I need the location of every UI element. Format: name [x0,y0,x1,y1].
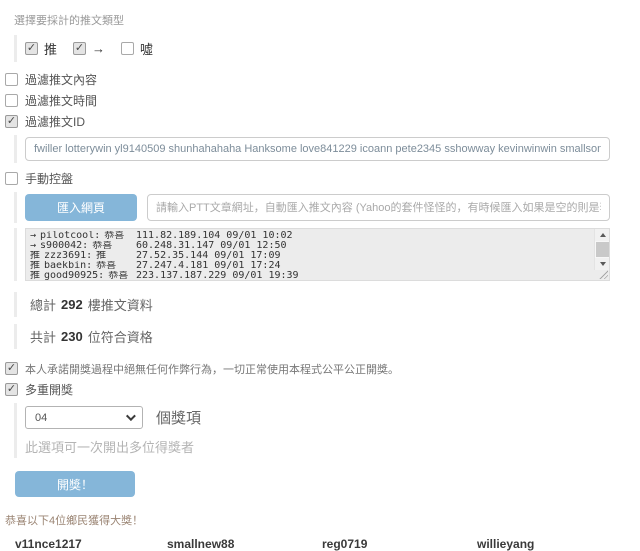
checkmark-icon: ✓ [75,43,84,54]
prize-count-select[interactable]: 04 [25,406,143,429]
qualified-stat: 共計 230 位符合資格 [14,324,610,349]
fairness-checkbox[interactable]: ✓ [5,362,18,375]
winner-name: reg0719 [322,537,477,551]
push-checkbox[interactable]: ✓ [25,42,38,55]
push-type-options: ✓ 推 ✓ → ✓ 噓 [14,35,610,62]
result-title: 恭喜以下4位鄉民獲得大獎！ [5,512,640,528]
push-tag: 推 [30,261,40,271]
push-line: 推 good90925: 恭喜 223.137.187.229 09/01 19:3… [30,271,589,281]
checkmark-icon: ✓ [7,116,16,127]
prize-count-section: 04 個獎項 此選項可一次開出多位得獎者 [14,403,610,458]
push-text: 恭喜 [104,231,124,241]
filter-id-option[interactable]: ✓ 過濾推文ID [5,114,640,129]
push-tag: 推 [30,271,40,281]
push-line: →s900042:恭喜 60.248.31.147 09/01 12:50 [30,241,589,251]
prize-count-value: 04 [35,412,47,424]
push-user: baekbin: [44,261,92,271]
checkmark-icon: ✓ [7,363,16,374]
filter-content-checkbox[interactable]: ✓ [5,73,18,86]
filter-content-label: 過濾推文內容 [25,71,97,88]
arrow-checkbox[interactable]: ✓ [73,42,86,55]
checkmark-icon: ✓ [7,384,16,395]
push-tag: 推 [30,251,40,261]
stats-section: 總計 292 樓推文資料 共計 230 位符合資格 [0,292,640,349]
push-lines: →pilotcool:恭喜 111.82.189.104 09/01 10:02… [26,229,609,281]
scroll-down-icon[interactable] [595,258,610,270]
total-count: 292 [61,297,83,312]
scroll-up-icon[interactable] [595,229,610,241]
chevron-down-icon [126,411,136,421]
push-label: 推 [44,39,57,58]
qualified-suffix: 位符合資格 [88,327,153,346]
winner-name: smallnew88 [167,537,322,551]
push-text: 推 [96,251,106,261]
push-user: s900042: [40,241,88,251]
total-pushes-stat: 總計 292 樓推文資料 [14,292,610,317]
draw-button[interactable]: 開獎！ [15,471,135,497]
filter-content-option[interactable]: ✓ 過濾推文內容 [5,72,640,87]
prize-unit-label: 個獎項 [156,407,201,428]
multi-draw-checkbox[interactable]: ✓ [5,383,18,396]
push-line: 推baekbin:恭喜 27.247.4.181 09/01 17:24 [30,261,589,271]
push-type-option-boo[interactable]: ✓ 噓 [121,39,153,58]
push-line: →pilotcool:恭喜 111.82.189.104 09/01 10:02 [30,231,589,241]
push-type-section-label: 選擇要採計的推文類型 [14,12,640,28]
fairness-label: 本人承諾開獎過程中絕無任何作弊行為，一切正常使用本程式公平公正開獎。 [25,361,399,377]
manual-rig-option[interactable]: ✓ 手動控盤 [5,171,640,186]
push-type-option-push[interactable]: ✓ 推 [25,39,57,58]
filter-time-checkbox[interactable]: ✓ [5,94,18,107]
push-meta: 223.137.187.229 09/01 19:39 [136,271,256,281]
textarea-scrollbar[interactable] [594,229,609,270]
filter-id-checkbox[interactable]: ✓ [5,115,18,128]
ptt-lottery-page: 選擇要採計的推文類型 ✓ 推 ✓ → ✓ 噓 ✓ 過濾推文內容 ✓ 過濾推文時間… [0,0,640,423]
multi-draw-label: 多重開獎 [25,381,73,398]
boo-checkbox[interactable]: ✓ [121,42,134,55]
push-user: pilotcool: [40,231,100,241]
push-user: zzz3691: [44,251,92,261]
filter-time-label: 過濾推文時間 [25,92,97,109]
qualified-prefix: 共計 [30,327,56,346]
manual-rig-checkbox[interactable]: ✓ [5,172,18,185]
total-prefix: 總計 [30,295,56,314]
filter-time-option[interactable]: ✓ 過濾推文時間 [5,93,640,108]
fairness-disclaimer-option[interactable]: ✓ 本人承諾開獎過程中絕無任何作弊行為，一切正常使用本程式公平公正開獎。 [5,361,640,376]
winner-name: v11nce1217 [15,537,167,551]
winner-name: willieyang [477,537,632,551]
import-url-button[interactable]: 匯入網頁 [25,194,137,221]
push-tag: → [30,231,36,241]
push-tag: → [30,241,36,251]
article-url-input[interactable] [147,194,610,221]
id-filter-input[interactable] [25,137,610,161]
scrollbar-thumb[interactable] [596,242,609,257]
push-line: 推zzz3691:推 27.52.35.144 09/01 17:09 [30,251,589,261]
manual-rig-label: 手動控盤 [25,170,73,187]
qualified-count: 230 [61,329,83,344]
push-data-textarea[interactable]: →pilotcool:恭喜 111.82.189.104 09/01 10:02… [25,228,610,281]
total-suffix: 樓推文資料 [88,295,153,314]
arrow-label: → [92,41,105,56]
push-type-option-arrow[interactable]: ✓ → [73,41,105,56]
boo-label: 噓 [140,39,153,58]
checkmark-icon: ✓ [27,43,36,54]
filter-id-label: 過濾推文ID [25,113,85,130]
import-section: 匯入網頁 [14,192,610,223]
push-user: good90925: [44,271,104,281]
push-data-block: →pilotcool:恭喜 111.82.189.104 09/01 10:02… [14,228,610,281]
push-text: 恭喜 [92,241,112,251]
push-text: 恭喜 [96,261,116,271]
winners-row: v11nce1217 smallnew88 reg0719 willieyang [15,537,640,551]
multi-draw-option[interactable]: ✓ 多重開獎 [5,382,640,397]
id-filter-block [14,135,610,163]
multi-draw-hint: 此選項可一次開出多位得獎者 [25,437,610,456]
push-text: 恭喜 [108,271,128,281]
